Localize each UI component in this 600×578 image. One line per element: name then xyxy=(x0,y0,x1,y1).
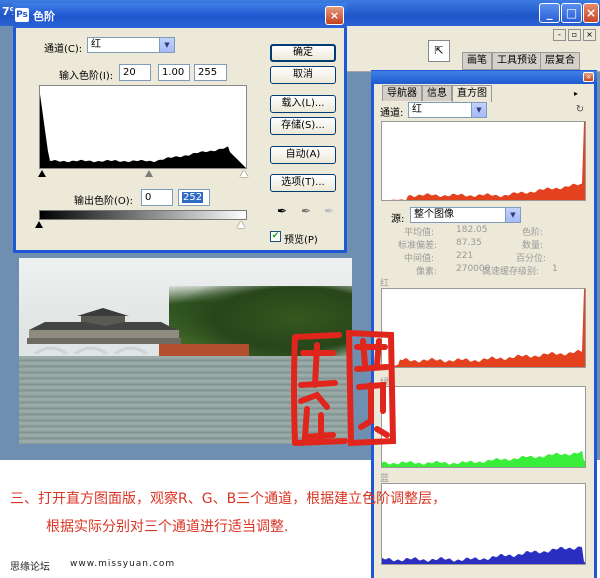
output-white-field[interactable]: 252 xyxy=(178,189,210,206)
chevron-down-icon: ▼ xyxy=(159,38,174,52)
mean-value: 182.05 xyxy=(456,225,488,235)
panel-channel-select[interactable]: 红 ▼ xyxy=(408,102,487,118)
palette-restore-icon[interactable]: ▫ xyxy=(568,29,581,41)
panel-menu-icon[interactable]: ▸ xyxy=(574,89,584,98)
black-eyedropper-icon[interactable]: ✒ xyxy=(274,203,290,219)
tab-info[interactable]: 信息 xyxy=(422,85,452,101)
level-label: 色阶: xyxy=(522,228,544,238)
channel-select[interactable]: 红 ▼ xyxy=(87,37,175,53)
save-button[interactable]: 存储(S)... xyxy=(270,117,336,135)
channel-label: 通道(C): xyxy=(44,44,83,55)
levels-close-button[interactable]: × xyxy=(325,6,344,25)
source-select[interactable]: 整个图像 ▼ xyxy=(410,207,521,223)
levels-titlebar: Ps 色阶 × xyxy=(13,3,347,28)
image-boats xyxy=(159,344,249,356)
chevron-down-icon: ▼ xyxy=(471,103,486,117)
tab-navigator[interactable]: 导航器 xyxy=(382,85,422,101)
app-close-button[interactable]: × xyxy=(583,3,599,23)
ok-button[interactable]: 确定 xyxy=(270,44,336,62)
tab-histogram[interactable]: 直方图 xyxy=(452,85,492,102)
palette-well-icon[interactable]: ⇱ xyxy=(428,40,450,62)
footer-url: www.missyuan.com xyxy=(70,559,176,569)
input-white-field[interactable]: 255 xyxy=(194,64,227,81)
refresh-icon[interactable]: ↻ xyxy=(574,104,586,116)
levels-title: 色阶 xyxy=(33,10,55,23)
photoshop-icon: Ps xyxy=(15,8,29,22)
cancel-button[interactable]: 取消 xyxy=(270,66,336,84)
output-black-field[interactable]: 0 xyxy=(141,189,173,206)
channel-select-value: 红 xyxy=(91,39,101,50)
tab-layer-comps[interactable]: 层复合 xyxy=(540,52,580,70)
palette-close-icon[interactable]: × xyxy=(583,29,596,41)
composite-histogram xyxy=(381,121,586,201)
red-histogram xyxy=(381,288,586,368)
footer-site-name: 思缘论坛 xyxy=(10,562,50,573)
input-gamma-field[interactable]: 1.00 xyxy=(158,64,190,81)
output-slider[interactable] xyxy=(35,221,251,229)
source-label: 源: xyxy=(391,214,405,225)
input-slider[interactable] xyxy=(35,170,251,178)
levels-dialog: Ps 色阶 × 通道(C): 红 ▼ 输入色阶(I): 20 1.00 255 … xyxy=(13,3,347,253)
source-select-value: 整个图像 xyxy=(414,209,454,220)
maximize-button[interactable]: □ xyxy=(561,3,582,23)
tab-tool-presets[interactable]: 工具预设 xyxy=(492,52,542,70)
caption-line-2: 根据实际分别对三个通道进行适当调整. xyxy=(46,519,289,535)
output-black-handle[interactable] xyxy=(35,221,43,228)
count-label: 数量: xyxy=(522,241,544,251)
caption-line-1: 三、打开直方图面版，观察R、G、B三个通道，根据建立色阶调整层， xyxy=(10,491,447,507)
options-bar: - ▫ × ⇱ 画笔 工具预设 层复合 xyxy=(340,26,600,72)
load-button[interactable]: 载入(L)... xyxy=(270,95,336,113)
green-histogram xyxy=(381,386,586,468)
white-point-handle[interactable] xyxy=(240,170,248,177)
image-covered-bridge xyxy=(27,308,181,354)
pixels-label: 像素: xyxy=(416,267,438,277)
cache-label: 高速缓存级别: xyxy=(482,267,540,277)
output-white-handle[interactable] xyxy=(237,221,245,228)
red-seal-stamp xyxy=(291,329,397,447)
median-label: 中间值: xyxy=(404,254,435,264)
input-levels-label: 输入色阶(I): xyxy=(59,71,114,82)
chevron-down-icon: ▼ xyxy=(505,208,520,222)
preview-checkbox[interactable]: ✔ xyxy=(270,231,281,242)
output-white-value: 252 xyxy=(182,192,204,203)
preview-label: 预览(P) xyxy=(284,235,318,246)
gamma-handle[interactable] xyxy=(145,170,153,177)
options-button[interactable]: 选项(T)... xyxy=(270,174,336,192)
output-gradient xyxy=(39,210,247,220)
panel-channel-label: 通道: xyxy=(380,108,404,119)
median-value: 221 xyxy=(456,251,474,261)
panel-titlebar: × xyxy=(371,71,597,84)
tab-brushes[interactable]: 画笔 xyxy=(462,52,492,70)
cache-value: 1 xyxy=(552,264,558,274)
black-point-handle[interactable] xyxy=(38,170,46,177)
palette-minimize-icon[interactable]: - xyxy=(553,29,566,41)
mean-label: 平均值: xyxy=(404,228,435,238)
levels-histogram xyxy=(39,85,247,169)
auto-button[interactable]: 自动(A) xyxy=(270,146,336,164)
input-black-field[interactable]: 20 xyxy=(119,64,151,81)
output-levels-label: 输出色阶(O): xyxy=(74,196,134,207)
panel-close-icon[interactable]: × xyxy=(583,72,594,82)
white-eyedropper-icon[interactable]: ✒ xyxy=(321,203,337,219)
percentile-label: 百分位: xyxy=(516,254,547,264)
std-value: 87.35 xyxy=(456,238,482,248)
std-label: 标准偏差: xyxy=(398,241,438,251)
panel-channel-value: 红 xyxy=(412,104,422,115)
gray-eyedropper-icon[interactable]: ✒ xyxy=(298,203,314,219)
minimize-button[interactable]: _ xyxy=(539,3,560,23)
